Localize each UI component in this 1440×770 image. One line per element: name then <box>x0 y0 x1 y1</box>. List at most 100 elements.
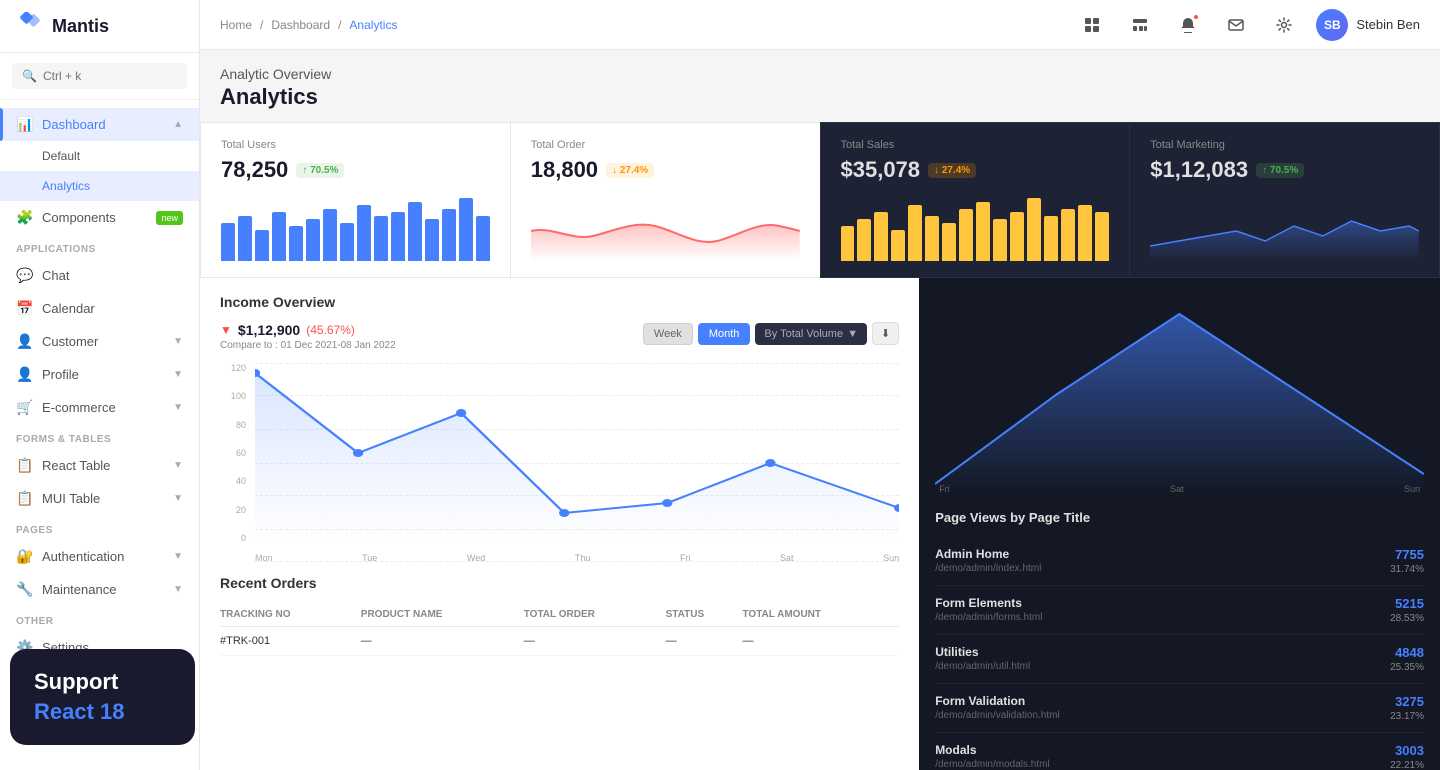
income-info: ▼ $1,12,900 (45.67%) Compare to : 01 Dec… <box>220 322 396 351</box>
new-badge: new <box>156 211 183 225</box>
download-button[interactable]: ⬇ <box>872 322 899 345</box>
trend-indicator: ▼ <box>220 323 232 337</box>
page-view-item: Modals /demo/admin/modals.html 3003 22.2… <box>935 733 1424 770</box>
sidebar-item-analytics[interactable]: Analytics <box>0 171 199 201</box>
mail-button[interactable] <box>1220 9 1252 41</box>
pv-info: Modals /demo/admin/modals.html <box>935 743 1390 770</box>
bottom-section: Income Overview ▼ $1,12,900 (45.67%) Com… <box>200 278 1440 770</box>
bell-button[interactable] <box>1172 9 1204 41</box>
sidebar-item-react-table[interactable]: 📋 React Table ▼ <box>0 449 199 482</box>
calendar-icon: 📅 <box>16 300 32 317</box>
x-axis-labels: MonTueWedThuFriSatSun <box>255 553 899 563</box>
app-name: Mantis <box>52 16 109 37</box>
col-total-order: TOTAL ORDER <box>524 603 666 627</box>
pv-path: /demo/admin/index.html <box>935 563 1390 574</box>
stat-change: 27.4% <box>620 165 648 176</box>
stat-label: Total Users <box>221 139 490 151</box>
page-views-list: Admin Home /demo/admin/index.html 7755 3… <box>935 537 1424 770</box>
top-header: Home / Dashboard / Analytics <box>200 0 1440 50</box>
stat-value: $1,12,083 ↑ 70.5% <box>1150 157 1419 183</box>
month-button[interactable]: Month <box>698 323 751 345</box>
sidebar-item-components[interactable]: 🧩 Components new <box>0 201 199 234</box>
chevron-down-icon: ▼ <box>173 584 183 595</box>
stat-number: 18,800 <box>531 157 598 183</box>
pv-pct: 28.53% <box>1390 613 1424 624</box>
week-button[interactable]: Week <box>643 323 693 345</box>
sidebar-item-default[interactable]: Default <box>0 141 199 171</box>
income-overview-section: Income Overview ▼ $1,12,900 (45.67%) Com… <box>200 278 919 770</box>
trend-down-icon: ↓ <box>934 165 939 176</box>
breadcrumb-sep: / <box>260 18 263 32</box>
sidebar-item-mui-table[interactable]: 📋 MUI Table ▼ <box>0 482 199 515</box>
pv-info: Admin Home /demo/admin/index.html <box>935 547 1390 574</box>
sidebar-item-label: Authentication <box>42 549 124 564</box>
sidebar-item-label: React Table <box>42 458 110 473</box>
sidebar-item-profile[interactable]: 👤 Profile ▼ <box>0 358 199 391</box>
sidebar-logo[interactable]: Mantis <box>0 0 199 53</box>
pv-info: Utilities /demo/admin/util.html <box>935 645 1390 672</box>
stat-card-total-sales: Total Sales $35,078 ↓ 27.4% <box>820 122 1130 278</box>
dark-chart-area: FriSatSun <box>935 294 1424 494</box>
pv-pct: 31.74% <box>1390 564 1424 575</box>
mini-area-chart <box>1150 191 1419 261</box>
search-input[interactable] <box>43 69 177 83</box>
col-status: STATUS <box>666 603 743 627</box>
table-row: #TRK-001 — — — — <box>220 627 899 656</box>
sidebar-item-customer[interactable]: 👤 Customer ▼ <box>0 325 199 358</box>
breadcrumb-home[interactable]: Home <box>220 18 252 32</box>
stat-card-total-order: Total Order 18,800 ↓ 27.4% <box>510 122 820 278</box>
sidebar-item-dashboard[interactable]: 📊 Dashboard ▲ <box>0 108 199 141</box>
chevron-down-icon: ▼ <box>173 369 183 380</box>
card-view-button[interactable] <box>1124 9 1156 41</box>
sidebar-item-maintenance[interactable]: 🔧 Maintenance ▼ <box>0 573 199 606</box>
volume-select[interactable]: By Total Volume ▼ <box>755 323 867 345</box>
chart-svg-area <box>255 363 899 543</box>
compare-text: Compare to : 01 Dec 2021-08 Jan 2022 <box>220 340 396 351</box>
sidebar-search-area[interactable]: 🔍 <box>0 53 199 100</box>
breadcrumb-dashboard[interactable]: Dashboard <box>271 18 330 32</box>
header-actions: SB Stebin Ben <box>1076 9 1420 41</box>
settings-gear-button[interactable] <box>1268 9 1300 41</box>
pv-count: 3275 <box>1390 694 1424 709</box>
cell-product: — <box>361 627 524 656</box>
pv-stats: 3275 23.17% <box>1390 694 1424 722</box>
sidebar-item-label: Chat <box>42 268 69 283</box>
stat-badge: ↓ 27.4% <box>606 163 654 178</box>
right-dark-panel: FriSatSun Page Views by Page Title Admin… <box>919 278 1440 770</box>
pv-pct: 22.21% <box>1390 760 1424 770</box>
chevron-up-icon: ▲ <box>173 119 183 130</box>
chevron-down-icon: ▼ <box>173 402 183 413</box>
pv-name: Admin Home <box>935 547 1390 561</box>
sidebar-item-label: E-commerce <box>42 400 116 415</box>
section-label-other: Other <box>0 606 199 631</box>
chevron-down-icon: ▼ <box>173 336 183 347</box>
pv-info: Form Validation /demo/admin/validation.h… <box>935 694 1390 721</box>
income-title: Income Overview <box>220 294 899 310</box>
analytics-page-title: Analytics <box>220 84 1420 110</box>
user-profile[interactable]: SB Stebin Ben <box>1316 9 1420 41</box>
sidebar-child-label: Analytics <box>42 179 90 193</box>
sidebar-item-authentication[interactable]: 🔐 Authentication ▼ <box>0 540 199 573</box>
stat-card-total-users: Total Users 78,250 ↑ 70.5% <box>200 122 510 278</box>
user-name: Stebin Ben <box>1356 17 1420 32</box>
stat-value: 18,800 ↓ 27.4% <box>531 157 800 183</box>
sidebar-item-label: Customer <box>42 334 98 349</box>
mini-area-chart <box>531 191 800 261</box>
sidebar-item-ecommerce[interactable]: 🛒 E-commerce ▼ <box>0 391 199 424</box>
sidebar-item-chat[interactable]: 💬 Chat <box>0 259 199 292</box>
pv-name: Modals <box>935 743 1390 757</box>
support-popup[interactable]: Support React 18 <box>10 649 195 745</box>
page-view-item: Form Validation /demo/admin/validation.h… <box>935 684 1424 733</box>
stat-label: Total Marketing <box>1150 139 1419 151</box>
mini-bar-chart <box>221 191 490 261</box>
income-value-row: ▼ $1,12,900 (45.67%) <box>220 322 396 338</box>
grid-view-button[interactable] <box>1076 9 1108 41</box>
chevron-down-icon: ▼ <box>173 460 183 471</box>
sidebar-item-calendar[interactable]: 📅 Calendar <box>0 292 199 325</box>
notification-badge <box>1192 13 1200 21</box>
stat-change: 70.5% <box>310 165 338 176</box>
sidebar-item-label: Profile <box>42 367 79 382</box>
pv-count: 5215 <box>1390 596 1424 611</box>
dashboard-icon: 📊 <box>16 116 32 133</box>
stat-badge: ↑ 70.5% <box>1256 163 1304 178</box>
